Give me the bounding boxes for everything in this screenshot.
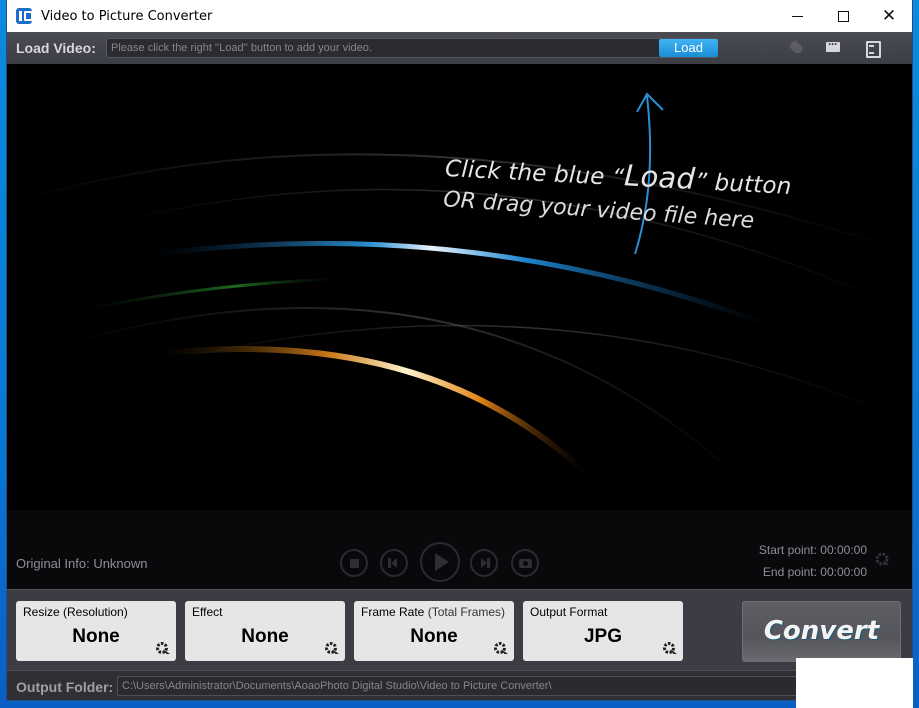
- arrow-head: [636, 92, 664, 113]
- output-format-value: JPG: [583, 626, 623, 647]
- convert-button[interactable]: Convert: [742, 601, 901, 662]
- settings-bar: Resize (Resolution) None Effect None Fra…: [7, 590, 912, 670]
- previous-button[interactable]: [380, 549, 408, 577]
- start-point: Start point: 00:00:00: [758, 543, 867, 557]
- window-title: Video to Picture Converter: [41, 8, 213, 24]
- app-window: Video to Picture Converter ✕ Load Video:…: [7, 0, 912, 700]
- play-icon: [435, 553, 449, 571]
- frame-rate-gear-icon[interactable]: [493, 641, 509, 657]
- stop-button[interactable]: [340, 549, 368, 577]
- maximize-button[interactable]: [820, 0, 866, 32]
- window-controls: ✕: [774, 0, 912, 32]
- minimize-icon: [791, 15, 803, 17]
- light-streaks-decoration: [7, 92, 912, 505]
- output-folder-bar: Output Folder: C:\Users\Administrator\Do…: [7, 670, 912, 700]
- green-streak: [86, 277, 338, 311]
- output-folder-input[interactable]: C:\Users\Administrator\Documents\AoaoPho…: [117, 676, 907, 696]
- snapshot-button[interactable]: [511, 549, 539, 577]
- stop-icon: [349, 558, 359, 568]
- maximize-icon: [837, 10, 849, 22]
- skip-forward-icon: [481, 558, 487, 568]
- app-logo-icon: [16, 8, 33, 24]
- close-button[interactable]: ✕: [866, 0, 912, 32]
- grey-streak: [156, 324, 912, 425]
- playback-control-bar: Original Info: Unknown Start point: 00:0…: [7, 510, 912, 590]
- load-toolbar: Load Video: Please click the right ''Loa…: [7, 32, 912, 64]
- load-video-label: Load Video:: [16, 40, 96, 56]
- frame-rate-label-main: Frame Rate: [361, 605, 425, 619]
- effect-gear-icon[interactable]: [324, 641, 340, 657]
- frame-rate-label-sub: (Total Frames): [427, 605, 506, 619]
- resize-value: None: [72, 626, 120, 647]
- effect-value: None: [241, 626, 289, 647]
- skip-back-icon: [391, 558, 397, 568]
- frame-rate-label: Frame Rate (Total Frames): [361, 605, 505, 619]
- effect-card[interactable]: Effect None: [185, 601, 345, 661]
- output-folder-label: Output Folder:: [16, 679, 114, 695]
- overlay-patch: [796, 658, 913, 708]
- output-format-card[interactable]: Output Format JPG: [523, 601, 683, 661]
- close-icon: ✕: [881, 6, 897, 26]
- effect-label: Effect: [192, 605, 223, 619]
- chat-icon[interactable]: [825, 37, 841, 56]
- video-path-input[interactable]: Please click the right ''Load'' button t…: [106, 38, 718, 58]
- hint-load-word: Load: [623, 158, 697, 196]
- title-bar: Video to Picture Converter ✕: [7, 0, 912, 32]
- resize-gear-icon[interactable]: [155, 641, 171, 657]
- hint-text: ” button: [694, 169, 793, 201]
- play-button[interactable]: [420, 542, 460, 582]
- video-drop-area[interactable]: Click the blue “Load” button OR drag you…: [7, 64, 912, 510]
- tag-icon[interactable]: [788, 40, 804, 56]
- end-point: End point: 00:00:00: [762, 565, 867, 579]
- resize-card[interactable]: Resize (Resolution) None: [16, 601, 176, 661]
- output-format-gear-icon[interactable]: [662, 641, 678, 657]
- original-info: Original Info: Unknown: [16, 556, 148, 571]
- report-icon[interactable]: [864, 40, 881, 58]
- range-settings-gear-icon[interactable]: [875, 552, 891, 568]
- minimize-button[interactable]: [774, 0, 820, 32]
- resize-label: Resize (Resolution): [23, 605, 128, 619]
- grey-streak: [66, 307, 768, 505]
- orange-streak: [156, 346, 590, 477]
- output-format-label: Output Format: [530, 605, 608, 619]
- load-button[interactable]: Load: [659, 39, 718, 57]
- frame-rate-card[interactable]: Frame Rate (Total Frames) None: [354, 601, 514, 661]
- frame-rate-value: None: [410, 626, 458, 647]
- next-button[interactable]: [470, 549, 498, 577]
- camera-icon: [518, 558, 532, 568]
